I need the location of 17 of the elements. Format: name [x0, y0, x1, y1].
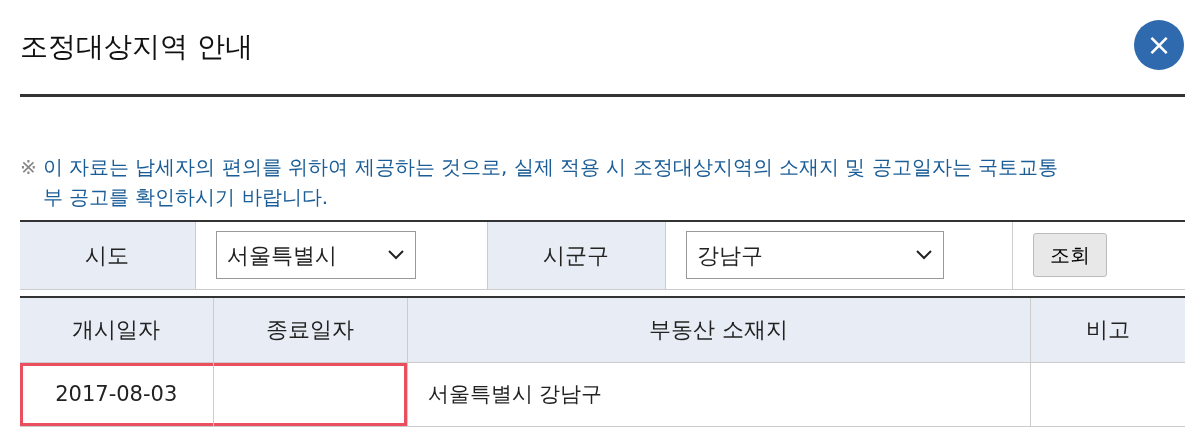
- column-header: 부동산 소재지: [407, 296, 1030, 363]
- column-header: 종료일자: [213, 296, 407, 363]
- close-button[interactable]: ×: [1134, 20, 1184, 70]
- chevron-down-icon: [386, 249, 405, 262]
- field-label: 시군구: [487, 221, 665, 289]
- note-mark: ※: [20, 154, 37, 181]
- notice-text: 이 자료는 납세자의 편의를 위하여 제공하는 것으로, 실제 적용 시 조정대상지역의 소재지 및 공고일자는 국토교통부 공고를 확인하시기 바랍니다.: [42, 154, 1060, 211]
- column-header: 비고: [1030, 296, 1185, 363]
- select-field[interactable]: 서울특별시: [215, 231, 416, 280]
- search-button[interactable]: 조회: [1032, 233, 1107, 278]
- select-field[interactable]: 강남구: [685, 231, 944, 280]
- table-cell: 서울특별시 강남구: [407, 362, 1030, 427]
- dialog-title: 조정대상지역 안내: [20, 30, 253, 64]
- table-cell: 2017-08-03: [20, 362, 213, 427]
- field-label: 시도: [20, 221, 195, 289]
- column-header: 개시일자: [20, 296, 213, 363]
- chevron-down-icon: [914, 249, 933, 262]
